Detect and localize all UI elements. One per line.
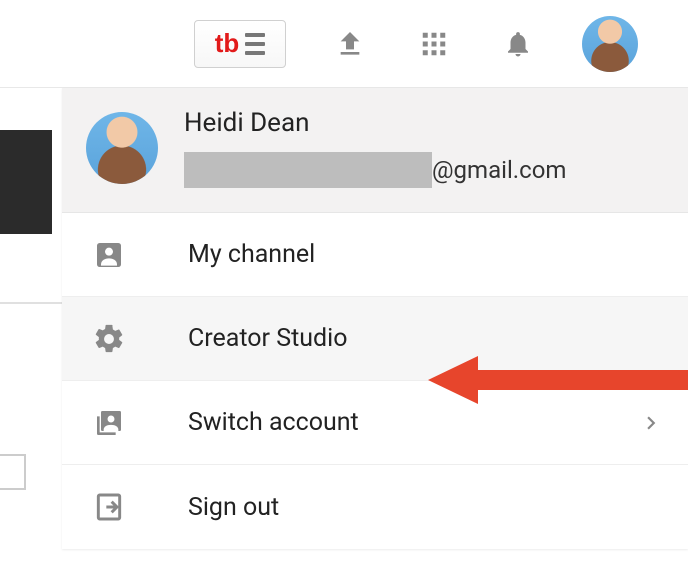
account-dropdown: Heidi Dean @gmail.com My channel Creator… (62, 88, 688, 549)
menu-label: My channel (188, 240, 315, 269)
profile-header: Heidi Dean @gmail.com (62, 88, 688, 213)
menu-label: Creator Studio (188, 324, 347, 353)
profile-name: Heidi Dean (184, 108, 664, 138)
email-redacted (184, 152, 432, 188)
tubebuddy-logo-icon: tb (215, 28, 240, 59)
top-bar: tb (0, 0, 688, 88)
menu-item-my-channel[interactable]: My channel (62, 213, 688, 297)
tubebuddy-button[interactable]: tb (194, 20, 286, 68)
apps-button[interactable] (414, 24, 454, 64)
chevron-right-icon (638, 410, 664, 436)
gear-icon (86, 322, 132, 356)
menu-item-creator-studio[interactable]: Creator Studio (62, 297, 688, 381)
background-box-fragment (0, 454, 26, 490)
menu-label: Switch account (188, 408, 359, 437)
upload-icon (334, 28, 366, 60)
avatar-image (582, 16, 638, 72)
menu-item-switch-account[interactable]: Switch account (62, 381, 688, 465)
account-avatar[interactable] (582, 16, 638, 72)
email-suffix: @gmail.com (432, 156, 566, 184)
switch-account-icon (86, 407, 132, 439)
menu-label: Sign out (188, 493, 279, 522)
profile-email: @gmail.com (184, 152, 664, 188)
hamburger-icon (245, 33, 265, 55)
upload-button[interactable] (330, 24, 370, 64)
menu-item-sign-out[interactable]: Sign out (62, 465, 688, 549)
background-sidebar-fragment (0, 130, 52, 234)
person-icon (86, 239, 132, 271)
notifications-button[interactable] (498, 24, 538, 64)
sign-out-icon (86, 491, 132, 523)
avatar-image (86, 112, 158, 184)
profile-avatar[interactable] (86, 112, 158, 184)
apps-grid-icon (419, 29, 449, 59)
background-divider-fragment (0, 302, 62, 304)
bell-icon (503, 29, 533, 59)
